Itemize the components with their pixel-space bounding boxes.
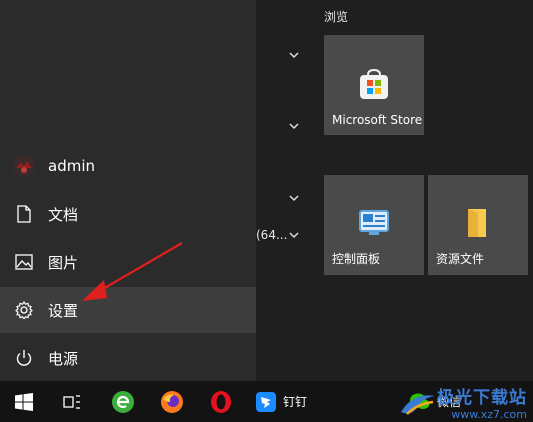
app-list-partial-text: (64... <box>256 228 288 242</box>
document-icon <box>0 205 48 223</box>
task-view-button[interactable] <box>48 381 96 422</box>
browser-green-e-icon <box>112 390 134 413</box>
windows-start-icon <box>15 392 33 411</box>
rail-item-settings[interactable]: 设置 <box>0 287 256 333</box>
rail-item-pictures[interactable]: 图片 <box>0 239 256 285</box>
avatar-icon <box>0 154 48 178</box>
rail-item-documents[interactable]: 文档 <box>0 191 256 237</box>
folder-icon <box>468 209 486 237</box>
gear-icon <box>0 301 48 319</box>
control-panel-icon <box>359 210 389 235</box>
dingtalk-icon <box>255 391 276 412</box>
rail-item-power[interactable]: 电源 <box>0 335 256 381</box>
start-button[interactable] <box>0 381 48 422</box>
tile-label: Microsoft Store <box>332 113 423 127</box>
taskbar-app-firefox[interactable] <box>148 381 196 422</box>
user-name: admin <box>48 157 95 175</box>
chevron-down-icon[interactable] <box>287 193 301 203</box>
tile-label: 控制面板 <box>332 252 381 266</box>
chevron-down-icon[interactable] <box>287 121 301 131</box>
taskbar-app-browser[interactable] <box>99 381 147 422</box>
watermark-title: 极光下载站 <box>437 388 527 408</box>
app-list <box>256 0 312 381</box>
firefox-icon <box>161 390 183 413</box>
task-view-icon <box>63 394 80 409</box>
taskbar-app-label: 钉钉 <box>282 395 307 409</box>
rail-item-label: 电源 <box>48 349 79 368</box>
opera-icon <box>211 390 231 413</box>
tile-resource-files[interactable]: 资源文件 <box>428 175 528 275</box>
tile-microsoft-store[interactable]: Microsoft Store <box>324 35 424 135</box>
watermark: 极光下载站 www.xz7.com <box>399 390 527 420</box>
watermark-url: www.xz7.com <box>451 408 527 421</box>
rail-item-label: 文档 <box>48 205 79 224</box>
taskbar-app-dingtalk[interactable]: 钉钉 <box>250 381 312 422</box>
rail-item-label: 图片 <box>48 253 79 272</box>
tile-control-panel[interactable]: 控制面板 <box>324 175 424 275</box>
user-account-button[interactable]: admin <box>0 143 256 189</box>
chevron-down-icon[interactable] <box>287 50 301 60</box>
tile-label: 资源文件 <box>436 252 485 266</box>
watermark-logo-icon <box>401 395 435 415</box>
tile-group-header: 浏览 <box>324 10 349 24</box>
store-icon <box>360 69 388 99</box>
power-icon <box>0 349 48 367</box>
chevron-down-icon[interactable] <box>287 230 301 240</box>
pictures-icon <box>0 254 48 270</box>
rail-item-label: 设置 <box>48 301 79 320</box>
taskbar-app-opera[interactable] <box>197 381 245 422</box>
